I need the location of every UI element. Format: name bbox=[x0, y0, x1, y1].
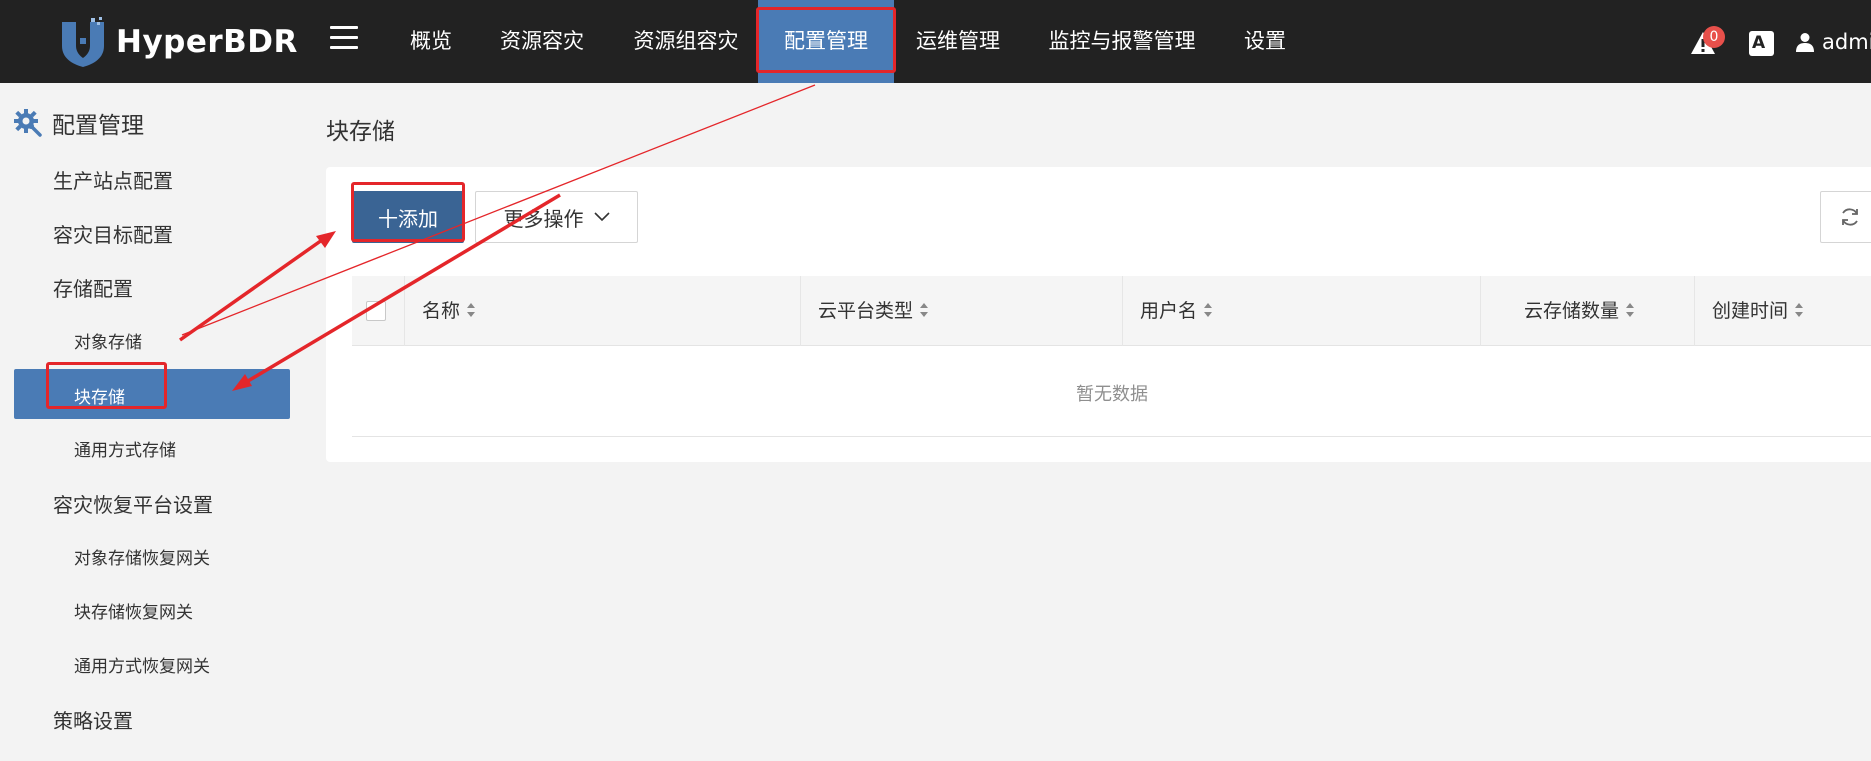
sidebar-item-generic-storage[interactable]: 通用方式存储 bbox=[74, 436, 176, 461]
chevron-down-icon bbox=[593, 212, 610, 222]
nav-item-overview[interactable]: 概览 bbox=[398, 0, 464, 83]
sidebar: 配置管理 生产站点配置 容灾目标配置 存储配置 对象存储 块存储 通用方式存储 … bbox=[0, 83, 300, 761]
more-actions-dropdown[interactable]: 更多操作 bbox=[475, 191, 638, 243]
page-title: 块存储 bbox=[326, 119, 395, 145]
column-header-cloud-platform-type-label: 云平台类型 bbox=[818, 300, 914, 322]
translate-icon[interactable]: A bbox=[1749, 31, 1774, 56]
sidebar-item-block-storage-gateway[interactable]: 块存储恢复网关 bbox=[74, 598, 193, 623]
sort-icon bbox=[467, 302, 476, 317]
top-navigation-bar: HyperBDR 概览 资源容灾 资源组容灾 配置管理 运维管理 监控与报警管理… bbox=[0, 0, 1871, 83]
sidebar-item-object-storage-gateway[interactable]: 对象存储恢复网关 bbox=[74, 544, 210, 569]
nav-item-config-management[interactable]: 配置管理 bbox=[758, 0, 894, 83]
nav-item-monitoring-alerts[interactable]: 监控与报警管理 bbox=[1036, 0, 1208, 83]
column-header-username[interactable]: 用户名 bbox=[1140, 276, 1213, 346]
refresh-button[interactable] bbox=[1820, 191, 1871, 243]
translate-icon-label: A bbox=[1752, 33, 1766, 53]
column-header-cloud-storage-count[interactable]: 云存储数量 bbox=[1524, 276, 1635, 346]
sidebar-item-generic-gateway[interactable]: 通用方式恢复网关 bbox=[74, 652, 210, 677]
column-header-name[interactable]: 名称 bbox=[422, 276, 476, 346]
nav-item-ops-management[interactable]: 运维管理 bbox=[902, 0, 1014, 83]
column-header-created-time[interactable]: 创建时间 bbox=[1712, 276, 1804, 346]
app-name: HyperBDR bbox=[116, 24, 298, 60]
user-name: admi bbox=[1822, 29, 1871, 54]
table-empty-state: 暂无数据 bbox=[1076, 384, 1148, 405]
user-icon bbox=[1796, 32, 1814, 52]
sort-icon bbox=[1626, 302, 1635, 317]
menu-toggle-icon[interactable] bbox=[330, 26, 358, 54]
nav-item-settings[interactable]: 设置 bbox=[1230, 0, 1300, 83]
alert-count-badge: 0 bbox=[1703, 26, 1725, 48]
sort-icon bbox=[920, 302, 929, 317]
nav-item-resource-dr[interactable]: 资源容灾 bbox=[486, 0, 598, 83]
sidebar-item-block-storage[interactable]: 块存储 bbox=[14, 369, 290, 419]
sidebar-item-block-storage-label: 块存储 bbox=[74, 388, 125, 408]
refresh-icon bbox=[1842, 208, 1858, 226]
sidebar-item-object-storage[interactable]: 对象存储 bbox=[74, 328, 142, 353]
column-header-username-label: 用户名 bbox=[1140, 300, 1198, 322]
nav-item-resource-group-dr[interactable]: 资源组容灾 bbox=[620, 0, 752, 83]
column-header-name-label: 名称 bbox=[422, 300, 461, 322]
gear-icon bbox=[14, 109, 42, 137]
sidebar-item-dr-platform-settings[interactable]: 容灾恢复平台设置 bbox=[53, 489, 213, 518]
sort-icon bbox=[1795, 302, 1804, 317]
sidebar-item-production-site-config[interactable]: 生产站点配置 bbox=[53, 165, 173, 194]
select-all-checkbox[interactable] bbox=[366, 301, 386, 321]
sidebar-item-dr-target-config[interactable]: 容灾目标配置 bbox=[53, 219, 173, 248]
table-bottom-divider bbox=[352, 436, 1871, 437]
sort-icon bbox=[1204, 302, 1213, 317]
sidebar-header-label: 配置管理 bbox=[52, 113, 144, 139]
column-header-created-time-label: 创建时间 bbox=[1712, 300, 1789, 322]
table-header: 名称 云平台类型 用户名 云存储数量 创建时间 bbox=[352, 276, 1871, 346]
user-menu[interactable]: admi bbox=[1796, 0, 1871, 83]
column-header-cloud-storage-count-label: 云存储数量 bbox=[1524, 300, 1620, 322]
add-button[interactable]: 十添加 bbox=[352, 191, 464, 243]
more-actions-label: 更多操作 bbox=[503, 206, 584, 231]
sidebar-item-storage-config[interactable]: 存储配置 bbox=[53, 273, 133, 302]
shield-logo-icon bbox=[62, 17, 104, 67]
app-logo[interactable]: HyperBDR bbox=[60, 14, 298, 70]
sidebar-header: 配置管理 bbox=[14, 106, 144, 140]
column-header-cloud-platform-type[interactable]: 云平台类型 bbox=[818, 276, 929, 346]
sidebar-item-policy-settings[interactable]: 策略设置 bbox=[53, 705, 133, 734]
